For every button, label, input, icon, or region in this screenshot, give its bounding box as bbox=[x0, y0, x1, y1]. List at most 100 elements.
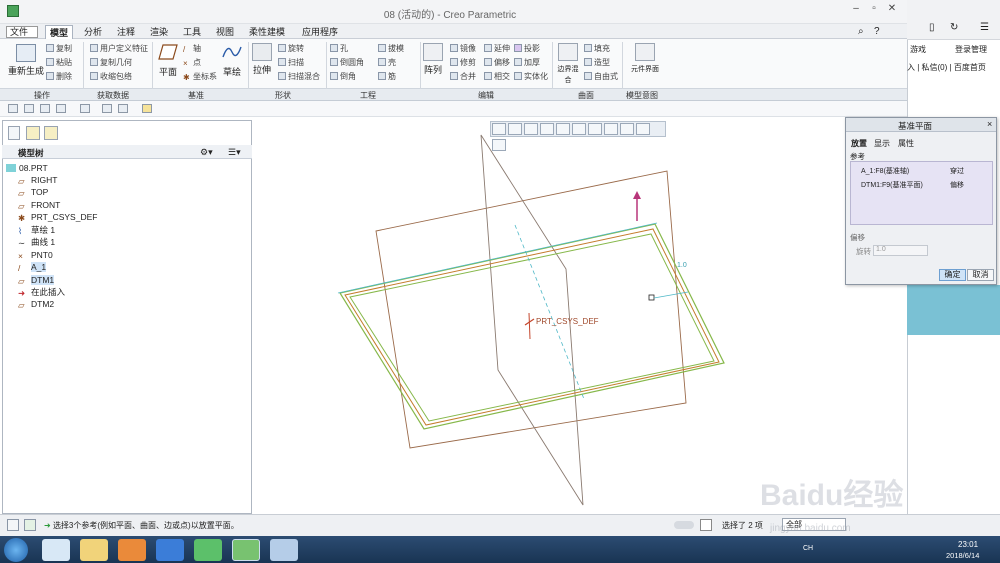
draft-button[interactable]: 拔模 bbox=[378, 43, 404, 54]
open-icon[interactable] bbox=[24, 104, 34, 113]
group-datum[interactable]: 基准 bbox=[188, 90, 204, 101]
refresh-icon[interactable]: ↻ bbox=[950, 22, 958, 33]
tree-item-dtm2[interactable]: ▱ DTM2 bbox=[18, 299, 54, 310]
chrome-taskbar-icon[interactable] bbox=[42, 539, 70, 561]
file-menu[interactable]: 文件 bbox=[6, 26, 38, 38]
start-button[interactable] bbox=[4, 538, 28, 562]
group-operations[interactable]: 操作 bbox=[34, 90, 50, 101]
media-taskbar-icon[interactable] bbox=[118, 539, 146, 561]
tree-item-csys[interactable]: ✱ PRT_CSYS_DEF bbox=[18, 212, 97, 223]
extrude-button[interactable]: 拉伸 bbox=[251, 43, 273, 76]
project-button[interactable]: 投影 bbox=[514, 43, 540, 54]
sketch-button[interactable]: 草绘 bbox=[220, 43, 244, 78]
hole-button[interactable]: 孔 bbox=[330, 43, 348, 54]
reference-2-name[interactable]: DTM1:F9(基准平面) bbox=[861, 180, 923, 190]
csys-button[interactable]: ✱ 坐标系 bbox=[183, 71, 217, 82]
login-link[interactable]: 登录管理 bbox=[955, 44, 987, 55]
swept-blend-button[interactable]: 扫描混合 bbox=[278, 71, 320, 82]
reference-2-type[interactable]: 偏移 bbox=[950, 180, 964, 190]
tree-item-front[interactable]: ▱ FRONT bbox=[18, 200, 60, 211]
group-shapes[interactable]: 形状 bbox=[275, 90, 291, 101]
close-window-icon[interactable] bbox=[142, 104, 152, 113]
perspective-icon[interactable] bbox=[604, 123, 618, 135]
minimize-button[interactable]: – bbox=[848, 3, 864, 19]
tab-model[interactable]: 模型 bbox=[45, 25, 74, 39]
tab-flexible-modeling[interactable]: 柔性建模 bbox=[249, 25, 285, 39]
menu-icon[interactable]: ☰ bbox=[980, 22, 989, 33]
tab-annotate[interactable]: 注释 bbox=[117, 25, 135, 39]
tab-display[interactable]: 显示 bbox=[874, 138, 890, 149]
games-link[interactable]: 游戏 bbox=[910, 44, 926, 55]
annotation-display-icon[interactable] bbox=[636, 123, 650, 135]
new-icon[interactable] bbox=[8, 104, 18, 113]
reference-1-type[interactable]: 穿过 bbox=[950, 166, 964, 176]
tree-item-part[interactable]: 08.PRT bbox=[6, 163, 48, 174]
close-button[interactable]: ✕ bbox=[884, 3, 900, 19]
sweep-button[interactable]: 扫描 bbox=[278, 57, 304, 68]
tree-tab-icon[interactable] bbox=[8, 126, 20, 140]
pattern-button[interactable]: 阵列 bbox=[423, 43, 443, 76]
tree-item-axis[interactable]: / A_1 bbox=[18, 262, 47, 273]
copy-button[interactable]: 复制 bbox=[46, 43, 72, 54]
boundary-blend-button[interactable]: 边界混合 bbox=[555, 43, 581, 85]
clock-date[interactable]: 2018/6/14 bbox=[946, 551, 979, 560]
rib-button[interactable]: 筋 bbox=[378, 71, 396, 82]
paint-taskbar-icon[interactable] bbox=[270, 539, 298, 561]
browser-taskbar-icon[interactable] bbox=[194, 539, 222, 561]
group-model-intent[interactable]: 模型意图 bbox=[626, 90, 658, 101]
tree-item-curve[interactable]: ∼ 曲线 1 bbox=[18, 237, 55, 248]
drag-handle[interactable] bbox=[648, 294, 655, 301]
model-geometry[interactable]: PRT_CSYS_DEF 1.0 bbox=[253, 117, 907, 514]
offset-value[interactable]: 1.0 bbox=[677, 262, 687, 269]
group-editing[interactable]: 编辑 bbox=[478, 90, 494, 101]
round-button[interactable]: 倒圆角 bbox=[330, 57, 364, 68]
tree-item-right[interactable]: ▱ RIGHT bbox=[18, 175, 57, 186]
undo-icon[interactable] bbox=[56, 104, 66, 113]
ok-button[interactable]: 确定 bbox=[939, 269, 966, 281]
axis-button[interactable]: / 轴 bbox=[183, 43, 201, 54]
zoom-in-icon[interactable] bbox=[508, 123, 522, 135]
browser-links[interactable]: 入 | 私信(0) | 百度首页 bbox=[907, 62, 986, 73]
folder-tab-icon[interactable] bbox=[26, 126, 40, 140]
tab-applications[interactable]: 应用程序 bbox=[302, 25, 338, 39]
plane-button[interactable]: 平面 bbox=[157, 43, 179, 78]
browser-toggle-icon[interactable] bbox=[24, 519, 36, 531]
delete-button[interactable]: 删除 bbox=[46, 71, 72, 82]
tab-analysis[interactable]: 分析 bbox=[84, 25, 102, 39]
spin-center-icon[interactable] bbox=[492, 139, 506, 151]
explorer-taskbar-icon[interactable] bbox=[80, 539, 108, 561]
view-manager-icon[interactable] bbox=[588, 123, 602, 135]
favorites-tab-icon[interactable] bbox=[44, 126, 58, 140]
tree-settings-icon[interactable]: ⚙▾ bbox=[200, 147, 213, 158]
chamfer-button[interactable]: 倒角 bbox=[330, 71, 356, 82]
solidify-button[interactable]: 实体化 bbox=[514, 71, 548, 82]
regenerate-button[interactable]: 重新生成 bbox=[8, 44, 44, 77]
reference-1-name[interactable]: A_1:F8(基准轴) bbox=[861, 166, 909, 176]
ime-indicator[interactable]: CH bbox=[803, 545, 813, 552]
datum-display-icon[interactable] bbox=[620, 123, 634, 135]
zoom-out-icon[interactable] bbox=[524, 123, 538, 135]
group-engineering[interactable]: 工程 bbox=[360, 90, 376, 101]
dialog-close-icon[interactable]: × bbox=[987, 119, 992, 129]
direction-arrowhead[interactable] bbox=[633, 191, 641, 199]
freestyle-button[interactable]: 自由式 bbox=[584, 71, 618, 82]
extend-button[interactable]: 延伸 bbox=[484, 43, 510, 54]
intersect-button[interactable]: 相交 bbox=[484, 71, 510, 82]
mirror-button[interactable]: 镜像 bbox=[450, 43, 476, 54]
shrinkwrap-button[interactable]: 收缩包络 bbox=[90, 71, 132, 82]
merge-button[interactable]: 合并 bbox=[450, 71, 476, 82]
search-icon[interactable]: ⌕ bbox=[858, 26, 864, 37]
tab-placement[interactable]: 放置 bbox=[851, 138, 867, 149]
navigator-toggle-icon[interactable] bbox=[7, 519, 19, 531]
rotate-input[interactable]: 1.0 bbox=[873, 245, 928, 256]
shell-button[interactable]: 壳 bbox=[378, 57, 396, 68]
tab-render[interactable]: 渲染 bbox=[150, 25, 168, 39]
copy-geometry-button[interactable]: 复制几何 bbox=[90, 57, 132, 68]
baidu-taskbar-icon[interactable] bbox=[156, 539, 184, 561]
tree-show-icon[interactable]: ☰▾ bbox=[228, 147, 241, 158]
cancel-button[interactable]: 取消 bbox=[967, 269, 994, 281]
trim-button[interactable]: 修剪 bbox=[450, 57, 476, 68]
fill-button[interactable]: 填充 bbox=[584, 43, 610, 54]
paste-button[interactable]: 粘贴 bbox=[46, 57, 72, 68]
tree-item-point[interactable]: × PNT0 bbox=[18, 250, 53, 261]
